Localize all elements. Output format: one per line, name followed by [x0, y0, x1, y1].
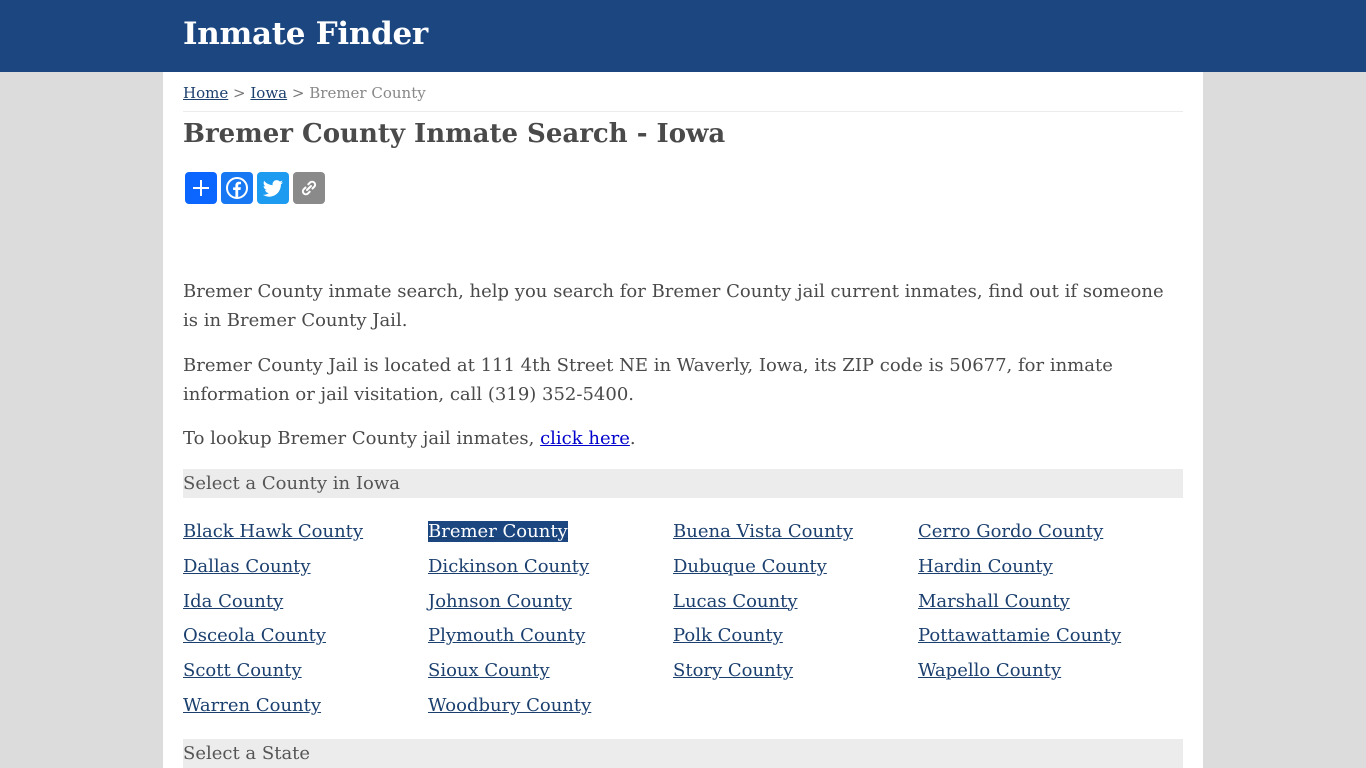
county-link-label: Dickinson County — [428, 555, 590, 577]
county-link-label: Ida County — [183, 590, 284, 612]
page-title: Bremer County Inmate Search - Iowa — [183, 119, 726, 149]
twitter-icon — [262, 180, 283, 197]
county-link-label: Dallas County — [183, 555, 311, 577]
state-section-header: Select a State — [183, 739, 1183, 768]
county-link[interactable]: Pottawattamie County — [918, 619, 1163, 654]
facebook-icon — [226, 177, 248, 199]
county-link-label: Sioux County — [428, 660, 550, 682]
county-list: Black Hawk County Bremer County Buena Vist… — [183, 515, 1183, 724]
click-here-link[interactable]: click here — [540, 428, 630, 449]
county-link[interactable]: Plymouth County — [428, 619, 673, 654]
lookup-paragraph: To lookup Bremer County jail inmates, cl… — [183, 424, 1183, 453]
share-add-button[interactable] — [185, 172, 217, 204]
county-link-label: Bremer County — [428, 521, 568, 542]
copy-link-icon — [301, 180, 317, 196]
county-link-label: Warren County — [183, 694, 322, 716]
county-link[interactable]: Dallas County — [183, 550, 428, 585]
county-link[interactable]: Black Hawk County — [183, 515, 428, 550]
county-link-label: Polk County — [673, 625, 783, 647]
lookup-text: To lookup Bremer County jail inmates, — [183, 428, 541, 449]
lookup-period: . — [629, 428, 636, 449]
breadcrumb-current: Bremer County — [309, 84, 426, 102]
main-content: Home > Iowa > Bremer County Bremer Count… — [163, 72, 1203, 768]
county-link[interactable]: Warren County — [183, 689, 428, 724]
county-link[interactable]: Marshall County — [918, 585, 1163, 620]
county-link-label: Osceola County — [183, 625, 326, 647]
county-link-label: Wapello County — [918, 660, 1062, 682]
county-link[interactable]: Lucas County — [673, 585, 918, 620]
breadcrumb-home-link[interactable]: Home — [183, 84, 228, 102]
county-link[interactable]: Ida County — [183, 585, 428, 620]
county-link[interactable]: Dickinson County — [428, 550, 673, 585]
county-link[interactable]: Johnson County — [428, 585, 673, 620]
county-link[interactable]: Bremer County — [428, 515, 673, 550]
breadcrumb-separator: > — [233, 84, 246, 102]
site-title-link[interactable]: Inmate Finder — [183, 16, 428, 52]
county-link[interactable]: Polk County — [673, 619, 918, 654]
county-link-label: Plymouth County — [428, 625, 586, 647]
county-link-label: Cerro Gordo County — [918, 521, 1104, 542]
county-link[interactable]: Osceola County — [183, 619, 428, 654]
county-link-label: Hardin County — [918, 555, 1053, 577]
county-link-label: Marshall County — [918, 590, 1070, 612]
location-paragraph: Bremer County Jail is located at 111 4th… — [183, 355, 1113, 405]
county-link[interactable]: Wapello County — [918, 654, 1163, 689]
breadcrumb-state-link[interactable]: Iowa — [250, 84, 287, 102]
county-link[interactable]: Dubuque County — [673, 550, 918, 585]
intro-paragraph: Bremer County inmate search, help you se… — [183, 281, 1164, 331]
county-link-label: Johnson County — [428, 590, 572, 612]
county-link-label: Story County — [673, 660, 794, 682]
county-link-label: Dubuque County — [673, 555, 827, 577]
county-link-label: Buena Vista County — [673, 521, 854, 542]
county-link-label: Pottawattamie County — [918, 625, 1122, 647]
breadcrumb-divider — [183, 111, 1183, 112]
county-link-label: Scott County — [183, 660, 302, 682]
county-link[interactable]: Cerro Gordo County — [918, 515, 1163, 550]
site-header: Inmate Finder — [0, 0, 1366, 72]
breadcrumb-separator: > — [291, 84, 305, 102]
share-copy-link-button[interactable] — [293, 172, 325, 204]
breadcrumb: Home > Iowa > Bremer County — [183, 84, 426, 102]
county-link[interactable]: Buena Vista County — [673, 515, 918, 550]
county-link[interactable]: Hardin County — [918, 550, 1163, 585]
county-link[interactable]: Sioux County — [428, 654, 673, 689]
share-buttons — [185, 172, 325, 204]
add-share-icon — [193, 180, 209, 196]
county-section-header: Select a County in Iowa — [183, 469, 1183, 498]
county-link[interactable]: Scott County — [183, 654, 428, 689]
share-twitter-button[interactable] — [257, 172, 289, 204]
county-link[interactable]: Story County — [673, 654, 918, 689]
county-link-label: Woodbury County — [428, 694, 592, 716]
county-link-label: Black Hawk County — [183, 521, 364, 542]
county-link[interactable]: Woodbury County — [428, 689, 673, 724]
county-link-label: Lucas County — [673, 590, 798, 612]
share-facebook-button[interactable] — [221, 172, 253, 204]
